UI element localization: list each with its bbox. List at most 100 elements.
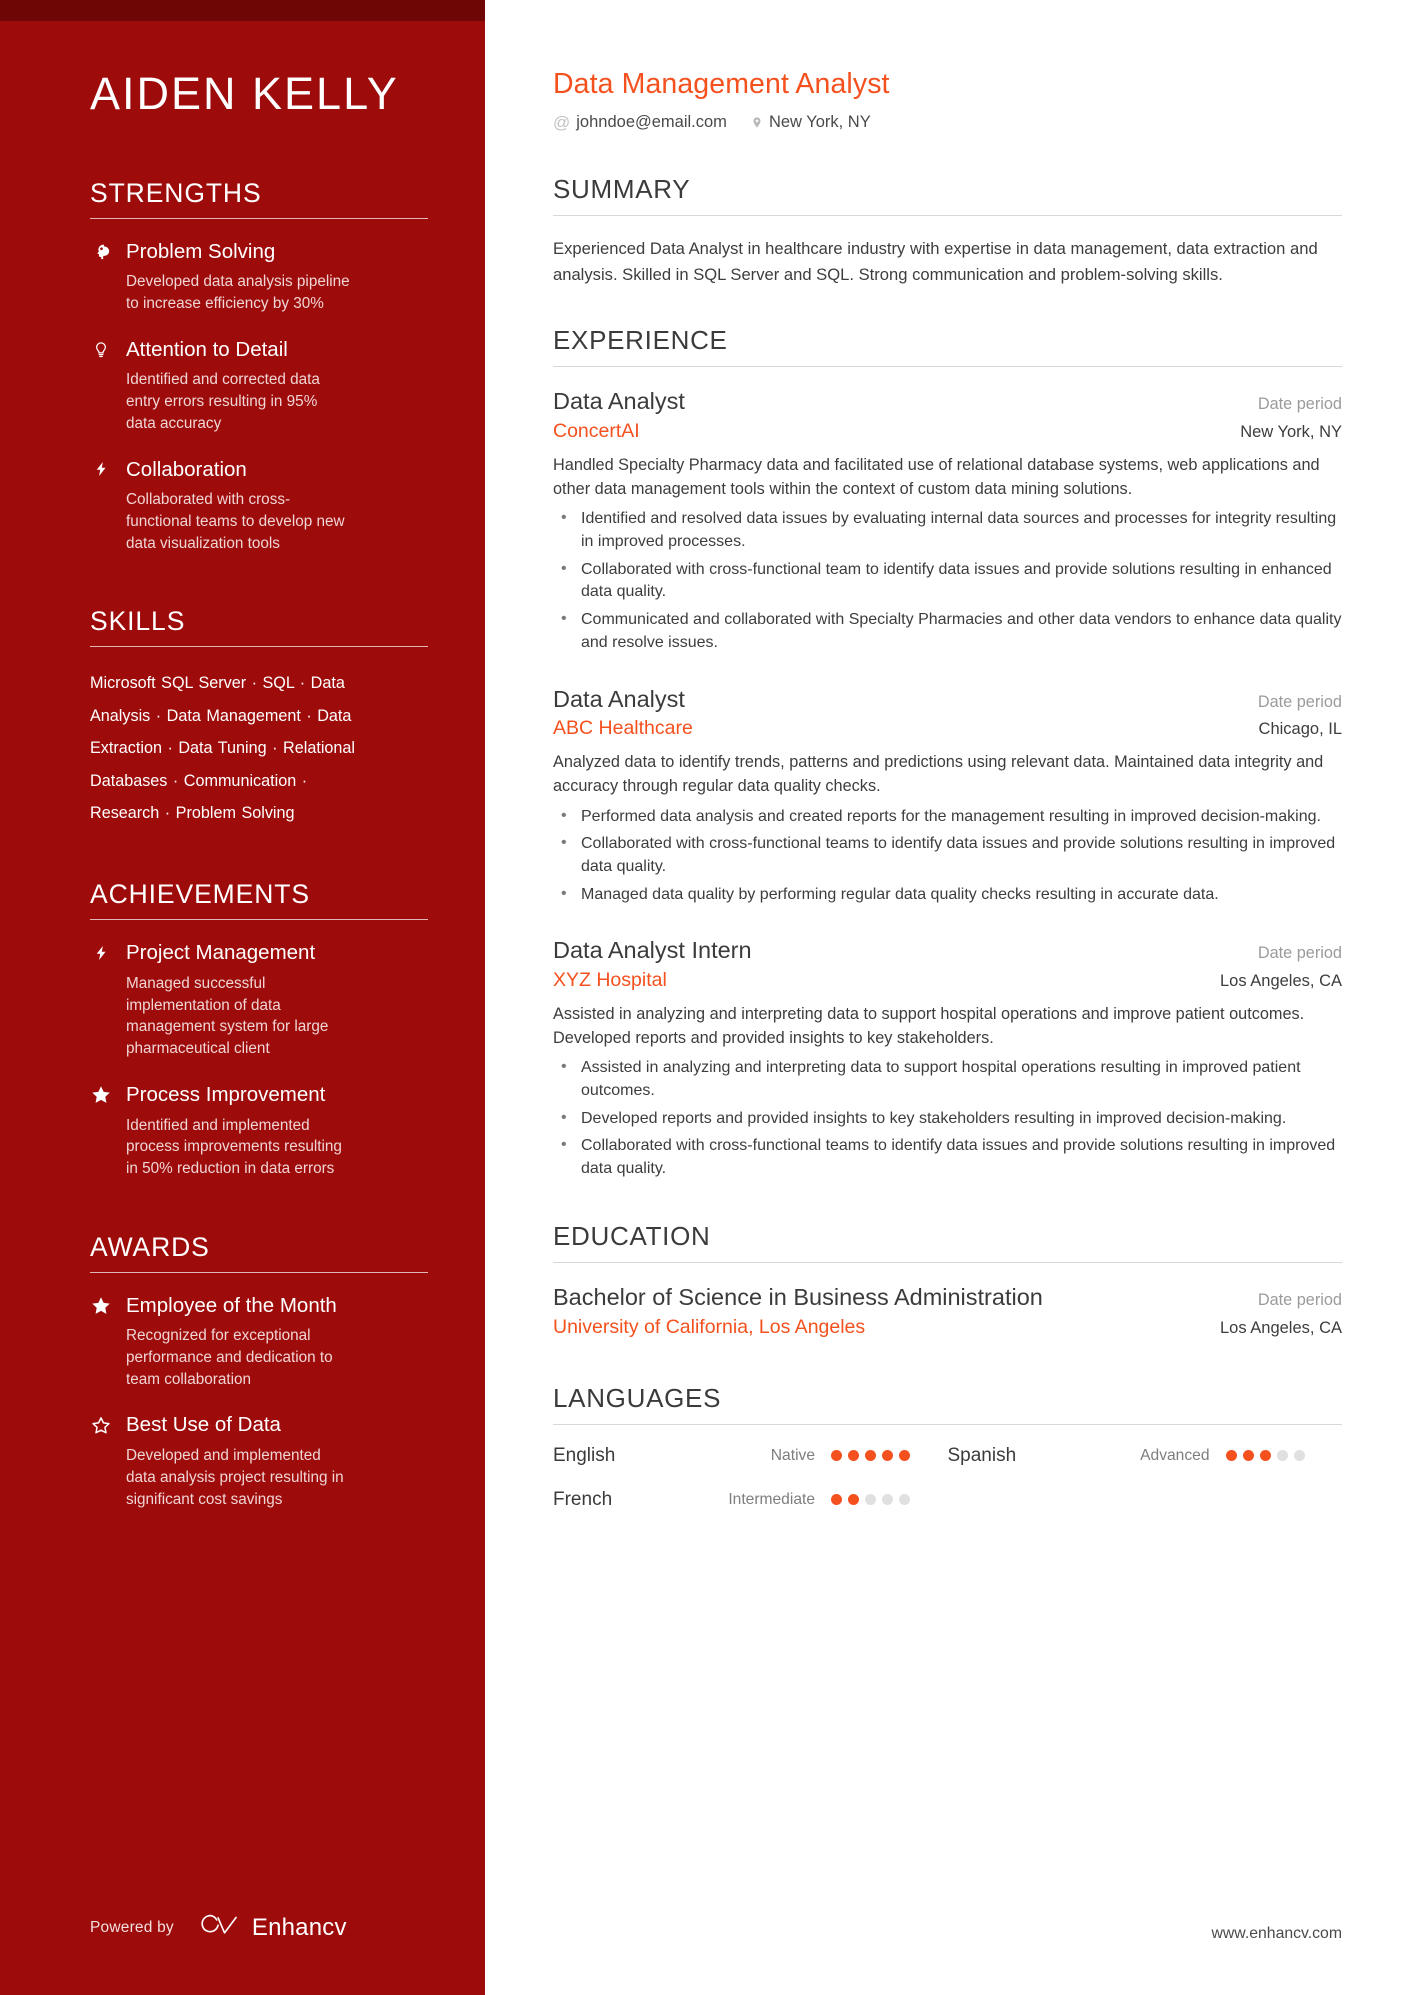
language-name: English [553, 1444, 616, 1466]
experience-entry-row-org: XYZ Hospital Los Angeles, CA [553, 969, 1342, 992]
experience-entry-row-org: ConcertAI New York, NY [553, 420, 1342, 443]
sidebar-content: AIDEN KELLY STRENGTHS Problem Solving De… [0, 0, 485, 1510]
contact-location-text: New York, NY [768, 113, 871, 131]
rating-dot-filled [848, 1494, 859, 1505]
language-item: Spanish Advanced [948, 1445, 1343, 1467]
award-item-header: Best Use of Data [90, 1412, 428, 1438]
experience-location: Los Angeles, CA [1220, 972, 1342, 991]
strength-item-title: Problem Solving [126, 239, 276, 263]
contact-email[interactable]: @ johndoe@email.com [553, 113, 727, 132]
experience-entry-row-role: Data Analyst Date period [553, 685, 1342, 714]
experience-role: Data Analyst [553, 388, 685, 415]
education-degree: Bachelor of Science in Business Administ… [553, 1283, 1043, 1310]
section-awards: AWARDS Employee of the Month Recognized … [90, 1232, 428, 1511]
experience-organization: ConcertAI [553, 420, 640, 443]
list-item: Identified and resolved data issues by e… [553, 507, 1342, 553]
resume-page: AIDEN KELLY STRENGTHS Problem Solving De… [0, 0, 1410, 1995]
section-heading-experience: EXPERIENCE [553, 325, 728, 356]
divider [90, 646, 428, 648]
education-school: University of California, Los Angeles [553, 1315, 866, 1338]
lightbulb-icon [90, 340, 112, 360]
rating-dot-filled [831, 1450, 842, 1461]
divider [553, 366, 1342, 368]
language-rating-dots [1225, 1450, 1305, 1461]
language-name: French [553, 1488, 613, 1510]
experience-date: Date period [1257, 395, 1342, 414]
rating-dot-filled [1259, 1450, 1271, 1461]
divider [553, 1423, 1342, 1425]
award-item-desc: Recognized for exceptional performance a… [126, 1327, 333, 1388]
experience-organization: ABC Healthcare [553, 717, 693, 740]
divider [553, 215, 1342, 216]
contact-email-text: johndoe@email.com [576, 113, 727, 131]
summary-text: Experienced Data Analyst in healthcare i… [553, 239, 1318, 284]
divider [90, 217, 428, 219]
rating-dot-filled [882, 1450, 893, 1461]
experience-bullets: Identified and resolved data issues by e… [553, 507, 1342, 654]
website-url[interactable]: www.enhancv.com [1211, 1925, 1342, 1943]
sidebar-footer: Powered by Enhancv [90, 1912, 347, 1943]
award-item-header: Employee of the Month [90, 1293, 428, 1319]
experience-bullets: Performed data analysis and created repo… [553, 805, 1342, 907]
powered-by-label: Powered by [90, 1918, 174, 1936]
languages-grid: English Native Spanish Advanced French I… [553, 1445, 1342, 1511]
section-heading-summary: SUMMARY [553, 174, 691, 204]
list-item: Developed reports and provided insights … [553, 1107, 1342, 1131]
experience-description: Analyzed data to identify trends, patter… [553, 753, 1324, 796]
main-content: Data Management Analyst @ johndoe@email.… [485, 0, 1410, 1995]
page-title: Data Management Analyst [553, 68, 890, 100]
achievement-item-header: Project Management [90, 940, 428, 966]
strength-item-desc: Collaborated with cross-functional teams… [126, 491, 345, 552]
section-education: EDUCATION Bachelor of Science in Busines… [553, 1221, 1342, 1339]
rating-dot-empty [865, 1494, 876, 1505]
section-languages: LANGUAGES English Native Spanish Advance… [553, 1383, 1342, 1511]
strength-item-header: Attention to Detail [90, 337, 428, 363]
language-rating-dots [831, 1450, 910, 1461]
list-item: Collaborated with cross-functional teams… [553, 832, 1342, 878]
experience-date: Date period [1257, 692, 1342, 711]
section-heading-awards: AWARDS [90, 1231, 210, 1262]
list-item: Collaborated with cross-functional teams… [553, 1134, 1342, 1180]
achievement-item-header: Process Improvement [90, 1082, 428, 1108]
rating-dot-empty [1293, 1450, 1305, 1461]
achievement-item-desc: Identified and implemented process impro… [126, 1116, 342, 1177]
strength-item-header: Collaboration [90, 457, 428, 483]
language-item: French Intermediate [553, 1489, 948, 1511]
section-heading-education: EDUCATION [553, 1220, 711, 1251]
award-item: Best Use of Data Developed and implement… [90, 1412, 428, 1510]
strength-item-title: Collaboration [126, 457, 247, 481]
enhancv-wordmark: Enhancv [251, 1913, 347, 1941]
education-location: Los Angeles, CA [1220, 1318, 1342, 1337]
section-achievements: ACHIEVEMENTS Project Management Managed … [90, 879, 428, 1179]
strength-item: Problem Solving Developed data analysis … [90, 239, 428, 315]
experience-organization: XYZ Hospital [553, 969, 667, 992]
list-item: Performed data analysis and created repo… [553, 805, 1342, 829]
contact-location: New York, NY [751, 113, 871, 132]
rating-dot-filled [899, 1450, 910, 1461]
lightning-bolt-icon [90, 458, 112, 480]
education-entry-row-school: University of California, Los Angeles Lo… [553, 1316, 1342, 1339]
award-item-desc: Developed and implemented data analysis … [126, 1447, 344, 1508]
rating-dot-empty [882, 1494, 893, 1505]
achievement-item: Project Management Managed successful im… [90, 940, 428, 1060]
star-outline-icon [90, 1415, 112, 1436]
language-name: Spanish [947, 1444, 1017, 1466]
rating-dot-empty [1276, 1450, 1288, 1461]
language-rating-dots [831, 1494, 910, 1505]
star-filled-icon [90, 1084, 112, 1105]
strength-item-header: Problem Solving [90, 239, 428, 265]
list-item: Assisted in analyzing and interpreting d… [553, 1056, 1342, 1102]
award-item-title: Employee of the Month [126, 1293, 337, 1317]
list-item: Collaborated with cross-functional team … [553, 558, 1342, 604]
rating-dot-filled [831, 1494, 842, 1505]
experience-entry: Data Analyst Date period ConcertAI New Y… [553, 387, 1342, 654]
experience-description: Handled Specialty Pharmacy data and faci… [553, 456, 1320, 499]
rating-dot-filled [1242, 1450, 1254, 1461]
star-filled-icon [90, 1295, 112, 1316]
experience-entry-row-role: Data Analyst Intern Date period [553, 936, 1342, 965]
experience-location: Chicago, IL [1258, 720, 1342, 739]
